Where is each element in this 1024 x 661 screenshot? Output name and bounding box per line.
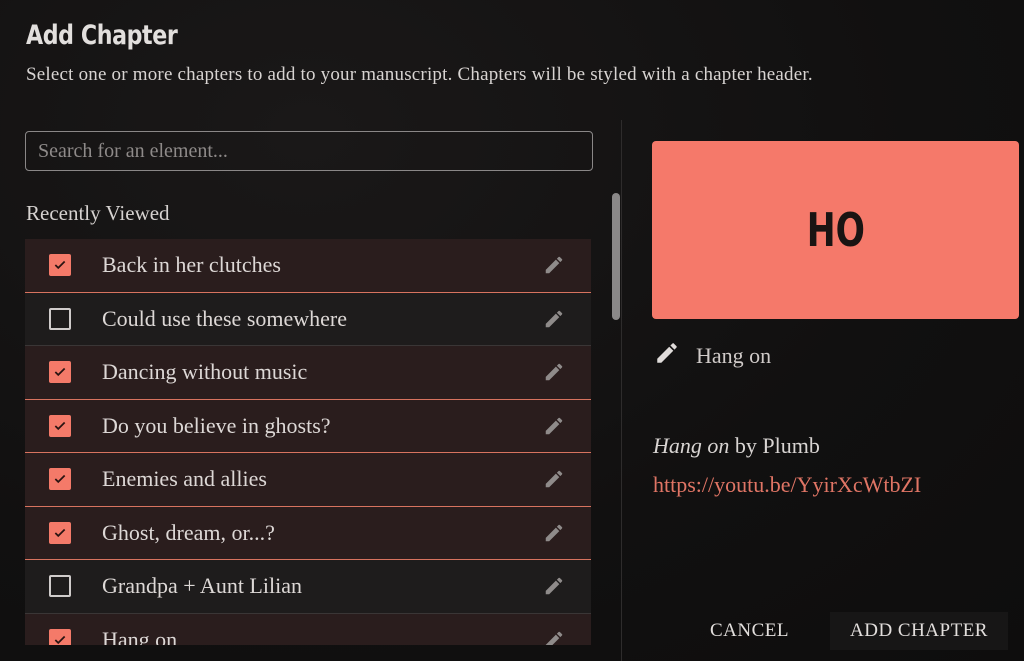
- checkmark-icon: [53, 526, 67, 540]
- chapter-label: Dancing without music: [102, 359, 308, 385]
- checkmark-icon: [53, 258, 67, 272]
- chapter-list-item[interactable]: Enemies and allies: [25, 453, 591, 507]
- chapter-list-item[interactable]: Hang on: [25, 613, 591, 645]
- dialog-subtitle: Select one or more chapters to add to yo…: [26, 64, 813, 85]
- chapter-label: Back in her clutches: [102, 252, 281, 278]
- song-link[interactable]: https://youtu.be/YyirXcWtbZI: [653, 472, 921, 498]
- song-artist: by Plumb: [729, 433, 820, 458]
- dialog-title: Add Chapter: [26, 20, 178, 51]
- pencil-icon[interactable]: [543, 415, 565, 437]
- checkmark-icon: [53, 472, 67, 486]
- cancel-button[interactable]: CANCEL: [696, 612, 803, 650]
- chapter-checkbox[interactable]: [49, 521, 71, 544]
- chapter-list-item[interactable]: Could use these somewhere: [25, 292, 591, 346]
- chapter-label: Enemies and allies: [102, 466, 267, 492]
- chapter-checkbox[interactable]: [49, 254, 71, 277]
- chapter-label: Could use these somewhere: [102, 305, 347, 331]
- chapter-checkbox[interactable]: [49, 468, 71, 491]
- search-input[interactable]: [25, 131, 593, 171]
- panel-divider: [621, 120, 622, 661]
- pencil-icon[interactable]: [543, 522, 565, 544]
- chapter-checkbox[interactable]: [49, 361, 71, 384]
- pencil-icon[interactable]: [543, 308, 565, 330]
- add-chapter-button[interactable]: ADD CHAPTER: [830, 612, 1008, 650]
- chapter-label: Ghost, dream, or...?: [102, 519, 275, 545]
- pencil-icon[interactable]: [543, 575, 565, 597]
- section-label-recently-viewed: Recently Viewed: [26, 201, 170, 225]
- pencil-icon[interactable]: [543, 468, 565, 490]
- pencil-icon[interactable]: [543, 254, 565, 276]
- chapter-list: Back in her clutches Could use these some…: [25, 239, 591, 645]
- chapter-label: Hang on: [102, 626, 178, 645]
- scrollbar-thumb[interactable]: [612, 193, 620, 320]
- chapter-list-item[interactable]: Dancing without music: [25, 346, 591, 400]
- chapter-checkbox[interactable]: [49, 628, 71, 645]
- pencil-icon[interactable]: [543, 361, 565, 383]
- song-credit: Hang on by Plumb: [653, 433, 820, 459]
- chapter-list-item[interactable]: Ghost, dream, or...?: [25, 506, 591, 560]
- checkmark-icon: [53, 365, 67, 379]
- chapter-list-item[interactable]: Back in her clutches: [25, 239, 591, 293]
- chapter-cover-preview: HO: [652, 141, 1019, 319]
- checkmark-icon: [53, 419, 67, 433]
- chapter-label: Do you believe in ghosts?: [102, 412, 331, 438]
- pencil-icon[interactable]: [654, 340, 680, 371]
- chapter-checkbox[interactable]: [49, 414, 71, 437]
- chapter-checkbox[interactable]: [49, 307, 71, 330]
- chapter-list-item[interactable]: Do you believe in ghosts?: [25, 399, 591, 453]
- cover-initials: HO: [806, 203, 865, 257]
- chapter-label: Grandpa + Aunt Lilian: [102, 573, 302, 599]
- song-title: Hang on: [653, 433, 730, 458]
- chapter-name-row[interactable]: Hang on: [654, 340, 771, 371]
- chapter-checkbox[interactable]: [49, 575, 71, 598]
- chapter-list-item[interactable]: Grandpa + Aunt Lilian: [25, 560, 591, 614]
- pencil-icon[interactable]: [543, 629, 565, 645]
- chapter-name: Hang on: [696, 342, 772, 368]
- checkmark-icon: [53, 633, 67, 645]
